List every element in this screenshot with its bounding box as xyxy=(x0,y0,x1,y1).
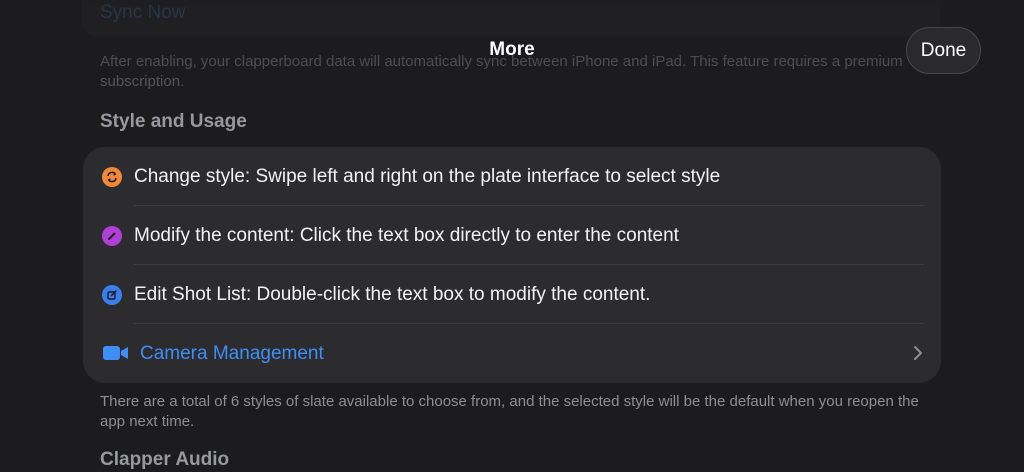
style-usage-card: Change style: Swipe left and right on th… xyxy=(83,147,941,383)
edit-shot-list-label: Edit Shot List: Double-click the text bo… xyxy=(134,283,651,305)
arrows-cycle-icon xyxy=(102,166,122,187)
video-camera-icon xyxy=(102,343,130,368)
camera-management-label: Camera Management xyxy=(140,342,324,364)
pencil-icon xyxy=(102,225,122,246)
list-item-change-style: Change style: Swipe left and right on th… xyxy=(83,147,941,206)
done-button[interactable]: Done xyxy=(906,27,981,74)
page-title: More xyxy=(489,39,535,60)
chevron-right-icon xyxy=(913,344,923,367)
section-header-clapper-audio: Clapper Audio xyxy=(100,449,230,470)
camera-management-row[interactable]: Camera Management xyxy=(83,324,941,383)
section-header-style-usage: Style and Usage xyxy=(100,111,247,132)
edit-square-icon xyxy=(102,284,122,305)
sync-now-card[interactable] xyxy=(82,0,940,36)
list-item-modify-content: Modify the content: Click the text box d… xyxy=(83,206,941,265)
settings-scroll-view[interactable]: Sync Now After enabling, your clapperboa… xyxy=(0,0,1024,472)
list-item-edit-shot-list: Edit Shot List: Double-click the text bo… xyxy=(83,265,941,324)
modify-content-label: Modify the content: Click the text box d… xyxy=(134,224,679,246)
change-style-label: Change style: Swipe left and right on th… xyxy=(134,165,721,187)
sync-now-button[interactable]: Sync Now xyxy=(100,2,186,24)
style-usage-footnote: There are a total of 6 styles of slate a… xyxy=(100,393,919,430)
